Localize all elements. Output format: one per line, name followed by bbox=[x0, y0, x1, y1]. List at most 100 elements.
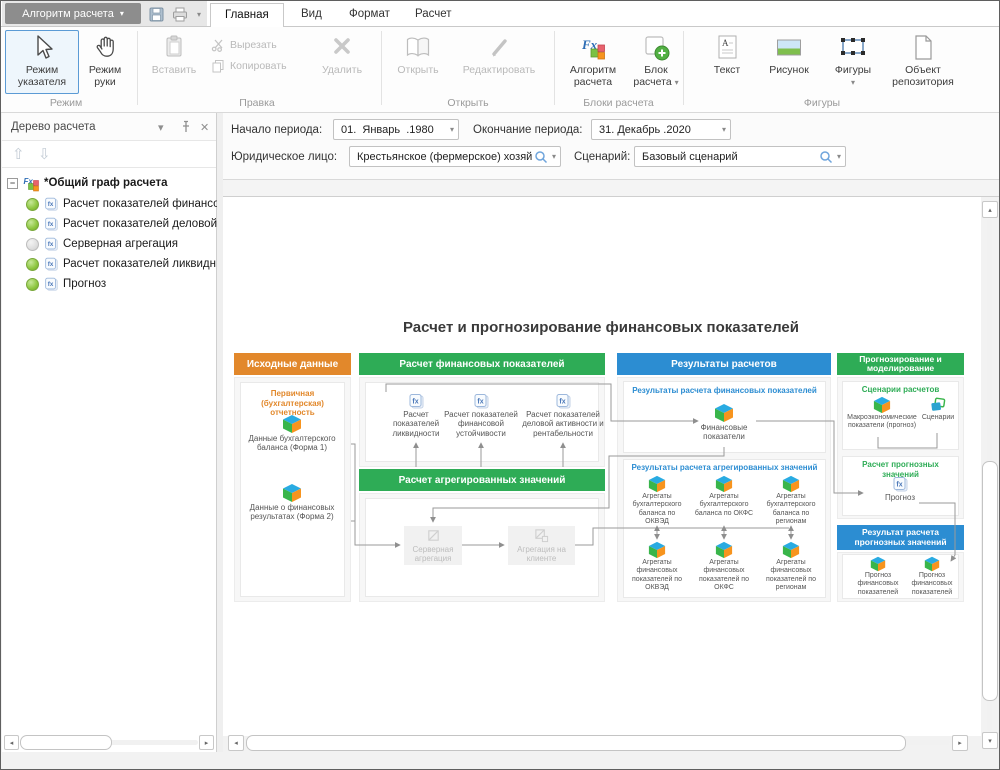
edit-button[interactable]: Редактировать bbox=[451, 30, 547, 94]
text-document-icon: A bbox=[702, 33, 752, 63]
tree-item[interactable]: Расчет показателей ликвидн bbox=[26, 254, 217, 274]
canvas-vscroll-thumb[interactable] bbox=[982, 461, 998, 701]
calc-algorithm-button[interactable]: Fx Алгоритм расчета bbox=[559, 30, 627, 94]
fx-block-icon bbox=[407, 392, 425, 410]
node-fin-indicators[interactable]: Финансовые показатели bbox=[689, 403, 759, 442]
node-liquidity-calc[interactable]: Расчет показателей ликвидности bbox=[386, 392, 446, 438]
node-agg-fin-okved[interactable]: Агрегаты финансовых показателей по ОКВЭД bbox=[627, 541, 687, 592]
shapes-button[interactable]: Фигуры▾ bbox=[825, 30, 881, 94]
tree-item[interactable]: Серверная агрегация bbox=[26, 234, 217, 254]
fx-algorithm-icon: Fx bbox=[560, 33, 626, 63]
calc-block-button[interactable]: Блок расчета ▾ bbox=[631, 30, 681, 94]
node-agg-balance-okfs[interactable]: Агрегаты бухгалтерского баланса по ОКФС bbox=[694, 475, 754, 518]
agg-section-header[interactable]: Расчет агрегированных значений bbox=[359, 469, 605, 491]
tree-item-label: Расчет показателей финансо bbox=[63, 198, 217, 210]
text-button[interactable]: A Текст bbox=[701, 30, 753, 94]
hand-mode-button[interactable]: Режим руки bbox=[83, 30, 127, 94]
tree-root-item[interactable]: − Fx *Общий граф расчета bbox=[2, 173, 216, 193]
save-button[interactable] bbox=[144, 4, 168, 24]
tree-item[interactable]: Расчет показателей финансо bbox=[26, 194, 217, 214]
move-up-button[interactable]: ⇧ bbox=[12, 145, 25, 163]
fx-block-icon bbox=[472, 392, 490, 410]
tab-strip-border bbox=[1, 26, 999, 27]
edit-label: Редактировать bbox=[452, 64, 546, 76]
period-start-combobox[interactable]: 01. Январь .1980 ▾ bbox=[333, 119, 459, 140]
application-window: Алгоритм расчета ▾ ▾ Главная Вид Формат … bbox=[0, 0, 1000, 770]
node-balance-data[interactable]: Данные бухгалтерского баланса (Форма 1) bbox=[247, 414, 337, 453]
node-label: Расчет показателей деловой активности и … bbox=[518, 410, 608, 438]
hand-icon bbox=[84, 33, 126, 63]
tree-scroll-left-button[interactable]: ◂ bbox=[4, 735, 19, 750]
pencil-icon bbox=[452, 33, 546, 63]
group-separator bbox=[554, 31, 555, 105]
repo-object-button[interactable]: Объект репозитория bbox=[885, 30, 961, 94]
pin-icon[interactable] bbox=[180, 120, 192, 139]
forecast-result-header[interactable]: Результат расчета прогнозных значений bbox=[837, 525, 964, 550]
node-scenarios[interactable]: Сценарии bbox=[919, 396, 957, 422]
node-forecast-fin-2[interactable]: Прогноз финансовых показателей bbox=[906, 556, 958, 597]
source-section-header[interactable]: Исходные данные bbox=[234, 353, 351, 375]
node-label: Серверная агрегация bbox=[404, 545, 462, 563]
pointer-mode-button[interactable]: Режим указателя bbox=[5, 30, 79, 94]
tree-toolbar: ⇧ ⇩ bbox=[2, 141, 216, 168]
node-agg-fin-okfs[interactable]: Агрегаты финансовых показателей по ОКФС bbox=[694, 541, 754, 592]
tab-calc[interactable]: Расчет bbox=[401, 3, 466, 26]
canvas-scroll-up-button[interactable]: ▴ bbox=[982, 201, 998, 218]
tab-view[interactable]: Вид bbox=[287, 3, 336, 26]
open-button[interactable]: Открыть bbox=[389, 30, 447, 94]
paste-button[interactable]: Вставить bbox=[143, 30, 205, 94]
fx-block-icon bbox=[554, 392, 572, 410]
node-agg-balance-region[interactable]: Агрегаты бухгалтерского баланса по регио… bbox=[761, 475, 821, 526]
cube-icon bbox=[715, 541, 733, 559]
cut-button[interactable]: Вырезать bbox=[211, 36, 311, 54]
tree-scroll-thumb[interactable] bbox=[20, 735, 112, 750]
copy-button[interactable]: Копировать bbox=[211, 57, 311, 75]
node-activity-calc[interactable]: Расчет показателей деловой активности и … bbox=[518, 392, 608, 438]
app-menu-button[interactable]: Алгоритм расчета ▾ bbox=[5, 3, 141, 24]
node-fin-results-data[interactable]: Данные о финансовых результатах (Форма 2… bbox=[247, 483, 337, 522]
move-down-button[interactable]: ⇩ bbox=[38, 145, 51, 163]
canvas-scroll-right-button[interactable]: ▸ bbox=[952, 735, 968, 751]
node-forecast[interactable]: Прогноз bbox=[870, 475, 930, 502]
delete-button[interactable]: Удалить bbox=[313, 30, 371, 94]
clipboard-icon bbox=[144, 33, 204, 63]
cube-icon bbox=[648, 541, 666, 559]
close-icon[interactable]: ✕ bbox=[200, 121, 209, 134]
tree-item-label: Расчет показателей ликвидн bbox=[63, 258, 216, 270]
shapes-label: Фигуры bbox=[835, 64, 871, 76]
period-end-combobox[interactable]: 31. Декабрь .2020 ▾ bbox=[591, 119, 731, 140]
panel-menu-icon[interactable]: ▾ bbox=[158, 121, 164, 134]
node-agg-fin-region[interactable]: Агрегаты финансовых показателей по регио… bbox=[761, 541, 821, 592]
results-section-header[interactable]: Результаты расчетов bbox=[617, 353, 831, 375]
open-label: Открыть bbox=[390, 64, 446, 76]
node-server-aggregation[interactable]: Серверная агрегация bbox=[404, 526, 462, 565]
canvas-scroll-left-button[interactable]: ◂ bbox=[228, 735, 244, 751]
fincalc-section-header[interactable]: Расчет финансовых показателей bbox=[359, 353, 605, 375]
node-label: Прогноз финансовых показателей bbox=[848, 572, 908, 597]
scenario-combobox[interactable]: Базовый сценарий ▾ bbox=[634, 146, 846, 167]
forecast-section-header[interactable]: Прогнозирование и моделирование bbox=[837, 353, 964, 375]
cube-icon bbox=[715, 475, 733, 493]
node-forecast-fin-1[interactable]: Прогноз финансовых показателей bbox=[848, 556, 908, 597]
node-agg-balance-okved[interactable]: Агрегаты бухгалтерского баланса по ОКВЭД bbox=[627, 475, 687, 526]
node-stability-calc[interactable]: Расчет показателей финансовой устойчивос… bbox=[441, 392, 521, 438]
tree-scroll-right-button[interactable]: ▸ bbox=[199, 735, 214, 750]
collapse-expander-icon[interactable]: − bbox=[7, 178, 18, 189]
tab-format[interactable]: Формат bbox=[335, 3, 404, 26]
block-plus-icon bbox=[632, 33, 680, 63]
node-label: Расчет показателей ликвидности bbox=[386, 410, 446, 438]
legal-entity-combobox[interactable]: Крестьянское (фермерское) хозяй ▾ bbox=[349, 146, 561, 167]
canvas-hscroll-thumb[interactable] bbox=[246, 735, 906, 751]
canvas-scroll-down-button[interactable]: ▾ bbox=[982, 732, 998, 749]
tree-item[interactable]: Прогноз bbox=[26, 274, 217, 294]
node-macro-indicators[interactable]: Макроэкономические показатели (прогноз) bbox=[847, 396, 917, 431]
chevron-down-icon: ▾ bbox=[675, 78, 679, 87]
print-button[interactable] bbox=[168, 4, 192, 24]
tree-item[interactable]: Расчет показателей деловой bbox=[26, 214, 217, 234]
picture-button[interactable]: Рисунок bbox=[757, 30, 821, 94]
node-client-aggregation[interactable]: Агрегация на клиенте bbox=[508, 526, 575, 565]
cube-icon bbox=[714, 403, 734, 423]
tab-home[interactable]: Главная bbox=[210, 3, 284, 27]
cube-icon bbox=[648, 475, 666, 493]
quick-access-dropdown[interactable]: ▾ bbox=[192, 4, 206, 24]
